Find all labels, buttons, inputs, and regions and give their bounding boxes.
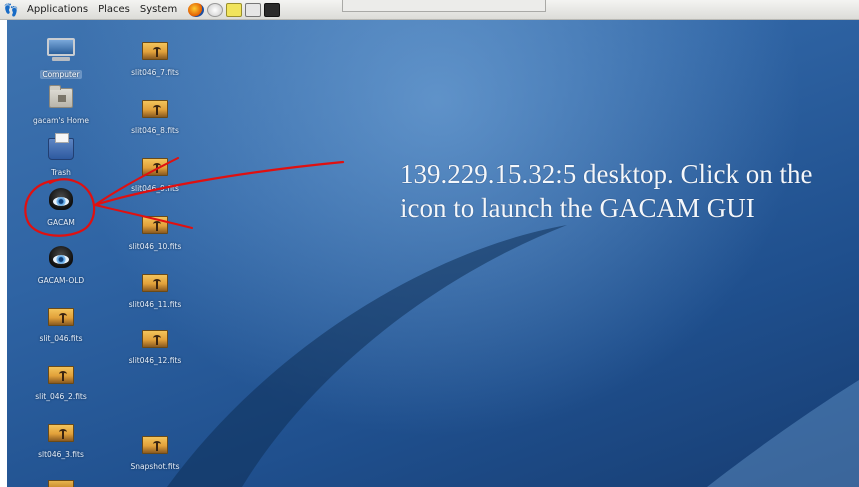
fits-file-item[interactable]: slit046_8.fits	[117, 100, 193, 137]
icon-label: Computer	[40, 70, 82, 79]
icon-label: GACAM	[47, 218, 75, 227]
menu-system[interactable]: System	[135, 0, 182, 20]
fits-image-icon	[48, 480, 74, 487]
fits-image-icon	[142, 330, 168, 348]
icon-label: Trash	[51, 168, 71, 177]
annotation-caption: 139.229.15.32:5 desktop. Click on the ic…	[400, 159, 813, 223]
fits-file-item[interactable]: slit_046.fits	[23, 308, 99, 345]
fits-image-icon	[142, 216, 168, 234]
computer-icon	[47, 38, 75, 62]
fits-file-item[interactable]: slit_046_2.fits	[23, 366, 99, 403]
gacam-eye-icon	[49, 188, 73, 210]
fits-image-icon	[142, 436, 168, 454]
fits-image-icon	[142, 42, 168, 60]
terminal-icon[interactable]	[264, 2, 281, 17]
fits-file-item-partial[interactable]	[23, 480, 99, 487]
menu-applications[interactable]: Applications	[22, 0, 93, 20]
home-folder-icon	[49, 85, 73, 108]
fits-image-icon	[142, 274, 168, 292]
icon-label: slit_046.fits	[39, 334, 83, 343]
fits-image-icon	[48, 424, 74, 442]
fits-file-item[interactable]: slit046_7.fits	[117, 42, 193, 79]
icon-label: slit046_11.fits	[128, 300, 182, 309]
fits-file-item[interactable]: slt046_3.fits	[23, 424, 99, 461]
wallpaper-swoosh	[167, 225, 859, 487]
icon-label: slt046_3.fits	[38, 450, 84, 459]
trash-icon	[48, 133, 74, 160]
mail-icon[interactable]	[207, 2, 224, 17]
desktop-background: Computer gacam's Home Trash GACAM GACAM-…	[7, 20, 859, 487]
fits-file-item[interactable]: slit046_11.fits	[117, 274, 193, 311]
icon-label: gacam's Home	[33, 116, 89, 125]
fits-file-item[interactable]: slit046_10.fits	[117, 216, 193, 253]
gacam-eye-icon	[49, 246, 73, 268]
gacam-old-launcher-item[interactable]: GACAM-OLD	[23, 246, 99, 287]
trash-item[interactable]: Trash	[23, 133, 99, 179]
fits-file-item[interactable]: slit046_12.fits	[117, 330, 193, 367]
fits-image-icon	[48, 308, 74, 326]
gnome-foot-icon[interactable]: 👣	[4, 3, 19, 17]
icon-label: slit_046_2.fits	[35, 392, 87, 401]
firefox-icon[interactable]	[188, 2, 205, 17]
fits-file-item[interactable]: slit046_9.fits	[117, 158, 193, 195]
menu-places[interactable]: Places	[93, 0, 135, 20]
icon-label: slit046_12.fits	[128, 356, 182, 365]
fits-image-icon	[142, 158, 168, 176]
icon-label: slit046_7.fits	[131, 68, 179, 77]
home-folder-item[interactable]: gacam's Home	[23, 85, 99, 127]
icon-label: GACAM-OLD	[37, 276, 85, 285]
text-editor-icon[interactable]	[226, 2, 243, 17]
icon-label: Snapshot.fits	[130, 462, 180, 471]
fits-file-item[interactable]: Snapshot.fits	[117, 436, 193, 473]
fits-image-icon	[142, 100, 168, 118]
fits-image-icon	[48, 366, 74, 384]
window-edge[interactable]	[342, 0, 546, 12]
icon-label: slit046_9.fits	[131, 184, 179, 193]
icon-label: slit046_8.fits	[131, 126, 179, 135]
computer-icon-item[interactable]: Computer	[23, 38, 99, 81]
icon-label: slit046_10.fits	[128, 242, 182, 251]
gacam-launcher-item[interactable]: GACAM	[23, 188, 99, 229]
calculator-icon[interactable]	[245, 2, 262, 17]
